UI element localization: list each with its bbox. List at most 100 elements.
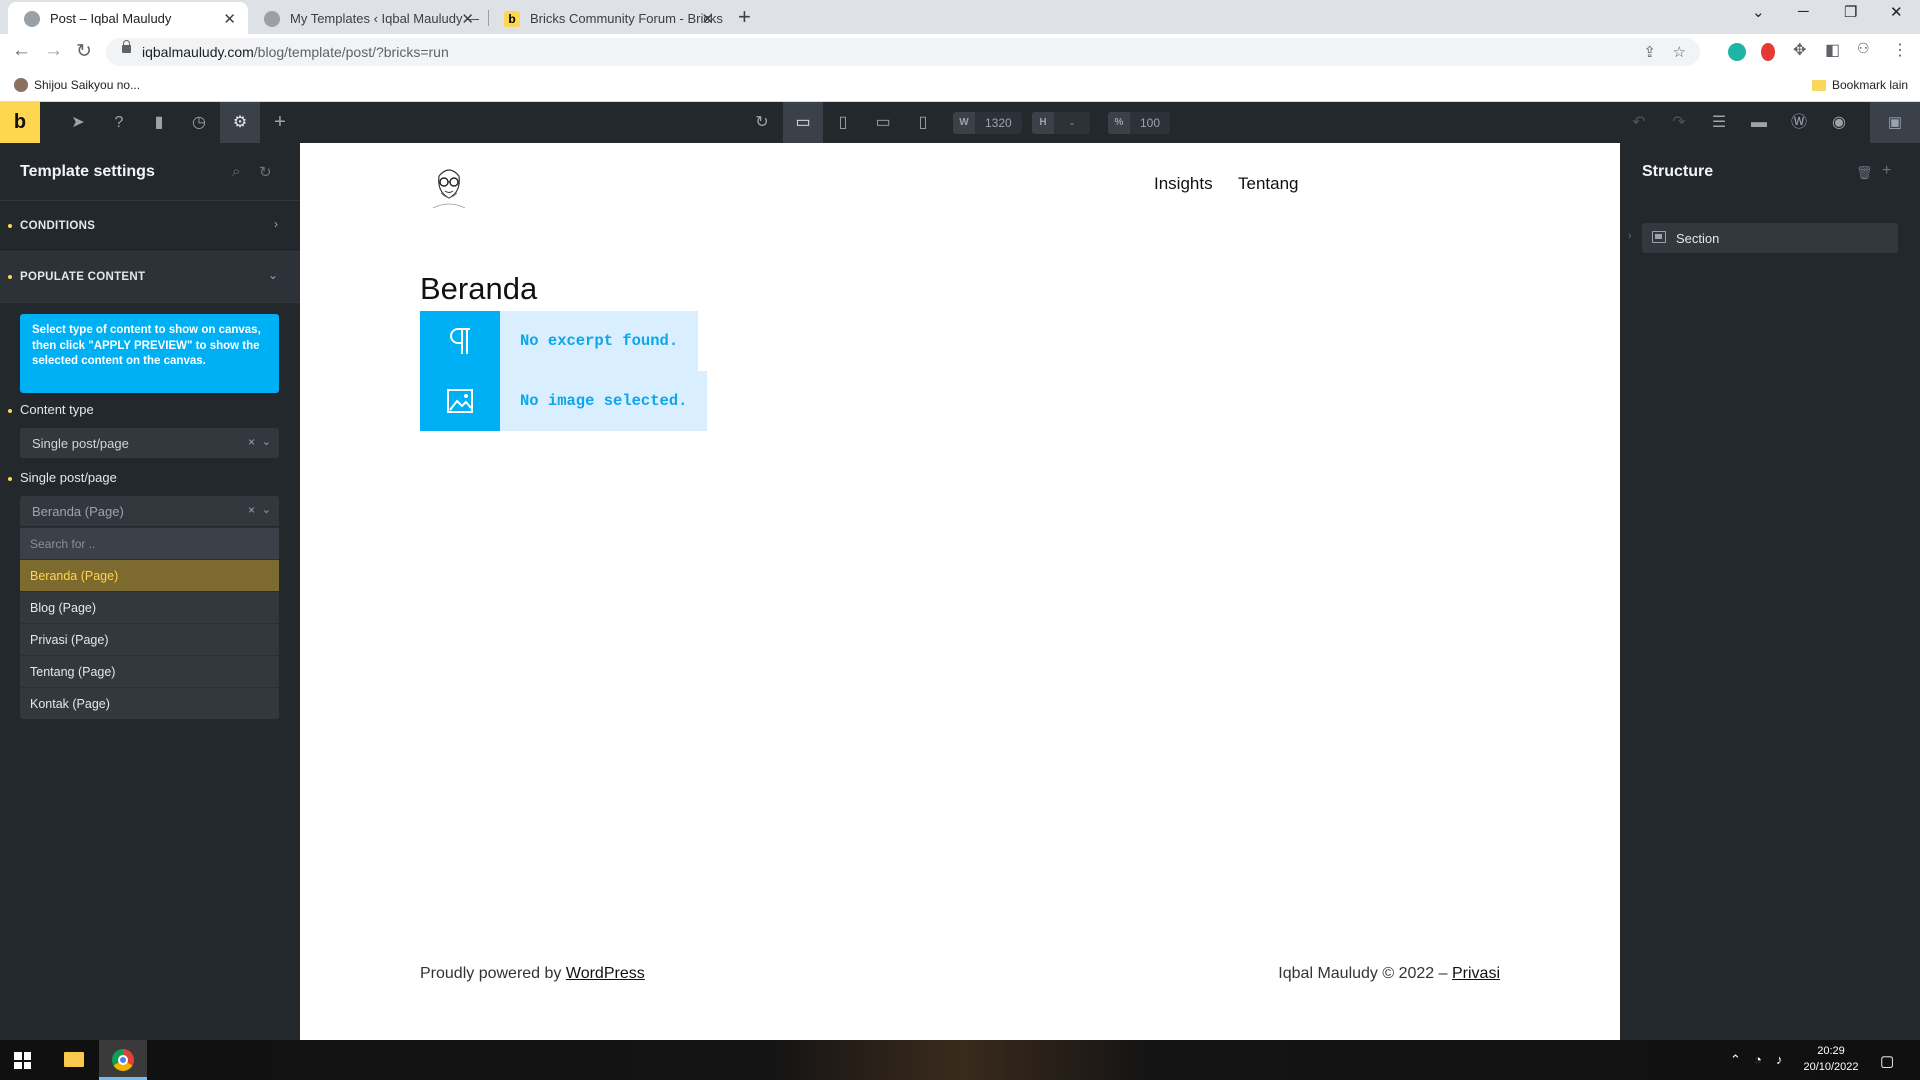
- height-value: -: [1070, 116, 1074, 130]
- bookmark-item[interactable]: Shijou Saikyou no...: [14, 78, 140, 92]
- templates-folder-icon[interactable]: ▬: [1739, 102, 1779, 143]
- new-tab-button[interactable]: +: [738, 4, 751, 30]
- close-tab-icon[interactable]: ✕: [701, 10, 714, 28]
- tab-title: Post – Iqbal Mauludy: [50, 10, 172, 26]
- redo-icon[interactable]: ↷: [1659, 102, 1699, 143]
- privasi-link[interactable]: Privasi: [1452, 965, 1500, 982]
- bricks-logo[interactable]: b: [0, 102, 40, 143]
- browser-tab-templates[interactable]: My Templates ‹ Iqbal Mauludy — ✕: [248, 2, 486, 34]
- profile-icon[interactable]: ⚇: [1857, 40, 1870, 57]
- page-title[interactable]: Beranda: [420, 271, 537, 307]
- folder-icon: [64, 1052, 84, 1067]
- browser-tab-post[interactable]: Post – Iqbal Mauludy ✕: [8, 2, 248, 34]
- width-value: 1320: [985, 116, 1012, 130]
- conditions-section[interactable]: CONDITIONS ›: [0, 201, 300, 252]
- close-tab-icon[interactable]: ✕: [223, 10, 236, 28]
- other-bookmarks[interactable]: Bookmark lain: [1812, 78, 1908, 92]
- image-placeholder[interactable]: No image selected.: [420, 371, 708, 431]
- canvas-width-field[interactable]: W 1320: [953, 112, 1022, 134]
- pages-icon[interactable]: ▮: [139, 102, 179, 143]
- file-explorer-button[interactable]: [50, 1040, 98, 1080]
- single-post-select[interactable]: Beranda (Page) × ⌄: [20, 496, 279, 526]
- close-tab-icon[interactable]: ✕: [461, 10, 474, 28]
- wordpress-link[interactable]: WordPress: [566, 965, 645, 982]
- reset-icon[interactable]: ↻: [259, 163, 272, 181]
- dropdown-search-input[interactable]: Search for ..: [20, 527, 279, 559]
- structure-panel-icon[interactable]: ☰: [1699, 102, 1739, 143]
- other-bookmarks-label: Bookmark lain: [1832, 78, 1909, 92]
- windows-start-icon[interactable]: [14, 1052, 31, 1069]
- tablet-portrait-icon[interactable]: ▯: [823, 102, 863, 143]
- populate-content-section[interactable]: POPULATE CONTENT ⌄: [0, 252, 300, 303]
- nav-link-tentang[interactable]: Tentang: [1238, 174, 1299, 194]
- dropdown-option[interactable]: Blog (Page): [20, 591, 279, 623]
- refresh-canvas-icon[interactable]: ↻: [742, 102, 782, 143]
- structure-title: Structure: [1642, 163, 1714, 180]
- chrome-icon: [112, 1049, 134, 1071]
- taskbar-clock[interactable]: 20:29 20/10/2022: [1796, 1043, 1866, 1075]
- excerpt-placeholder[interactable]: No excerpt found.: [420, 311, 699, 371]
- canvas-zoom-field[interactable]: % 100: [1108, 112, 1171, 134]
- help-icon[interactable]: ?: [99, 102, 139, 143]
- nav-link-insights[interactable]: Insights: [1154, 174, 1213, 194]
- history-icon[interactable]: ◷: [179, 102, 219, 143]
- tab-title: My Templates ‹ Iqbal Mauludy —: [290, 10, 480, 26]
- url-input[interactable]: iqbalmauludy.com/blog/template/post/?bri…: [106, 38, 1700, 66]
- canvas-height-field[interactable]: H -: [1032, 112, 1090, 134]
- settings-gear-icon[interactable]: ⚙: [220, 102, 260, 143]
- dropdown-option[interactable]: Privasi (Page): [20, 623, 279, 655]
- minimize-button[interactable]: ─: [1798, 3, 1809, 20]
- desktop-breakpoint-icon[interactable]: ▭: [783, 102, 823, 143]
- structure-item-section[interactable]: Section: [1642, 223, 1898, 253]
- side-panel-icon[interactable]: ◧: [1825, 40, 1840, 60]
- expand-icon[interactable]: +: [1882, 162, 1891, 180]
- volume-icon[interactable]: ♪: [1776, 1052, 1783, 1067]
- chevron-down-icon[interactable]: ⌄: [262, 503, 271, 516]
- footer-credit-text: Proudly powered by: [420, 965, 562, 982]
- close-window-button[interactable]: ✕: [1890, 3, 1903, 21]
- forward-icon[interactable]: →: [44, 40, 63, 62]
- mobile-landscape-icon[interactable]: ▭: [863, 102, 903, 143]
- dropdown-option[interactable]: Kontak (Page): [20, 687, 279, 719]
- search-icon[interactable]: ⌕: [232, 163, 240, 180]
- height-label: H: [1032, 112, 1054, 134]
- mobile-portrait-icon[interactable]: ▯: [903, 102, 943, 143]
- image-icon: [420, 371, 500, 431]
- footer-credit: Proudly powered by WordPress: [420, 965, 645, 983]
- browser-tab-forum[interactable]: b Bricks Community Forum - Bricks ✕: [488, 2, 726, 34]
- chevron-right-icon[interactable]: ›: [1628, 230, 1632, 242]
- chevron-down-icon[interactable]: ⌄: [262, 435, 271, 448]
- wordpress-icon[interactable]: Ⓦ: [1779, 102, 1819, 143]
- clear-icon[interactable]: ×: [248, 435, 255, 449]
- share-icon[interactable]: ⇪: [1643, 43, 1656, 61]
- windows-taskbar: ⌃ ◔ ♪ 20:29 20/10/2022 ▢: [0, 1040, 1920, 1080]
- field-dot: [8, 409, 12, 413]
- network-icon[interactable]: ◔: [1754, 1052, 1762, 1067]
- dropdown-option[interactable]: Tentang (Page): [20, 655, 279, 687]
- save-icon[interactable]: ▣: [1870, 102, 1920, 143]
- reload-icon[interactable]: ↻: [76, 40, 92, 63]
- undo-icon[interactable]: ↶: [1619, 102, 1659, 143]
- tab-title: Bricks Community Forum - Bricks: [530, 10, 723, 26]
- bookmark-star-icon[interactable]: ☆: [1673, 43, 1686, 61]
- extensions-puzzle-icon[interactable]: ✥: [1793, 40, 1806, 60]
- extension-icon[interactable]: [1728, 43, 1746, 61]
- panel-title: Template settings: [20, 163, 155, 180]
- elements-cursor-icon[interactable]: ➤: [58, 102, 98, 143]
- tab-search-icon[interactable]: ⌄: [1752, 3, 1765, 21]
- trash-icon[interactable]: 🗑: [1856, 165, 1873, 181]
- opera-extension-icon[interactable]: [1761, 43, 1775, 61]
- notification-icon[interactable]: ▢: [1880, 1052, 1894, 1070]
- site-logo[interactable]: [427, 162, 471, 208]
- tray-chevron-icon[interactable]: ⌃: [1730, 1052, 1741, 1068]
- content-type-select[interactable]: Single post/page × ⌄: [20, 428, 279, 458]
- preview-eye-icon[interactable]: ◉: [1819, 102, 1859, 143]
- dropdown-option[interactable]: Beranda (Page): [20, 559, 279, 591]
- maximize-button[interactable]: ❐: [1844, 3, 1857, 21]
- builder-canvas[interactable]: Insights Tentang Beranda No excerpt foun…: [300, 143, 1620, 1040]
- back-icon[interactable]: ←: [12, 40, 31, 62]
- chrome-taskbar-button[interactable]: [99, 1040, 147, 1080]
- add-element-icon[interactable]: +: [260, 102, 300, 143]
- browser-menu-icon[interactable]: ⋮: [1892, 40, 1908, 60]
- clear-icon[interactable]: ×: [248, 503, 255, 517]
